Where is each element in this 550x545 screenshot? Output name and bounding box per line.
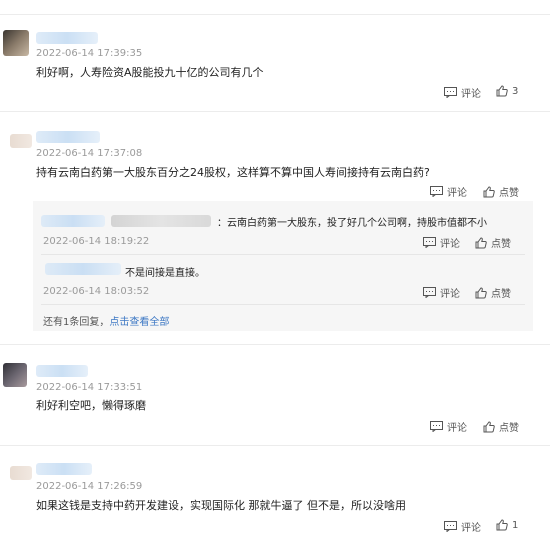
view-all-replies-link[interactable]: 点击查看全部 (109, 317, 169, 328)
avatar[interactable] (3, 363, 27, 387)
top-divider (0, 14, 550, 15)
comment-icon (423, 287, 436, 298)
reply-label: 评论 (461, 89, 481, 100)
more-replies-count: 还有1条回复， (43, 317, 110, 328)
comment-icon (444, 521, 457, 532)
reply-divider (41, 304, 525, 305)
username[interactable] (36, 365, 88, 377)
reply-button[interactable]: 评论 (423, 235, 460, 250)
reply-button[interactable]: 评论 (444, 85, 481, 100)
like-button[interactable]: 1 (496, 519, 518, 531)
like-label: 点赞 (499, 423, 519, 434)
comment-divider (0, 445, 550, 446)
reply-label: 评论 (440, 239, 460, 250)
comment-text: 持有云南白药第一大股东百分之24股权，这样算不算中国人寿间接持有云南白药? (36, 166, 430, 179)
reply-target-username[interactable] (111, 215, 211, 227)
reply-username[interactable] (45, 263, 121, 275)
reply-list: ：云南白药第一大股东，投了好几个公司啊，持股市值都不小 2022-06-14 1… (33, 201, 533, 331)
like-label: 点赞 (491, 239, 511, 250)
thumbs-up-icon (483, 185, 495, 197)
reply-time: 2022-06-14 18:19:22 (43, 236, 150, 247)
comment-divider (0, 111, 550, 112)
comment-divider (0, 344, 550, 345)
reply-label: 评论 (447, 188, 467, 199)
like-count: 1 (512, 519, 519, 531)
like-label: 点赞 (491, 289, 511, 300)
username[interactable] (36, 463, 92, 475)
reply-button[interactable]: 评论 (430, 419, 467, 434)
reply-text: ：云南白药第一大股东，投了好几个公司啊，持股市值都不小 (217, 218, 487, 229)
comment-time: 2022-06-14 17:39:35 (36, 48, 143, 59)
like-button[interactable]: 点赞 (475, 285, 511, 300)
comment-text: 利好利空吧，懒得琢磨 (36, 399, 146, 412)
reply-label: 评论 (447, 423, 467, 434)
like-button[interactable]: 点赞 (483, 419, 519, 434)
reply-username[interactable] (41, 215, 105, 227)
thumbs-up-icon (496, 519, 508, 531)
comment-icon (430, 186, 443, 197)
more-replies: 还有1条回复，点击查看全部 (43, 313, 169, 328)
username[interactable] (36, 131, 100, 143)
comment-time: 2022-06-14 17:33:51 (36, 382, 143, 393)
comment-time: 2022-06-14 17:37:08 (36, 148, 143, 159)
thumbs-up-icon (496, 85, 508, 97)
avatar[interactable] (10, 466, 32, 480)
reply-time: 2022-06-14 18:03:52 (43, 286, 150, 297)
reply-text: 不是间接是直接。 (125, 268, 205, 279)
comment-icon (444, 87, 457, 98)
comment-text: 如果这钱是支持中药开发建设，实现国际化 那就牛逼了 但不是，所以没啥用 (36, 499, 406, 512)
comment-icon (423, 237, 436, 248)
reply-label: 评论 (440, 289, 460, 300)
like-button[interactable]: 点赞 (475, 235, 511, 250)
thumbs-up-icon (475, 236, 487, 248)
reply-button[interactable]: 评论 (423, 285, 460, 300)
reply-button[interactable]: 评论 (444, 519, 481, 534)
like-count: 3 (512, 85, 519, 97)
reply-button[interactable]: 评论 (430, 184, 467, 199)
thumbs-up-icon (483, 420, 495, 432)
comment-text: 利好啊，人寿险资A股能投九十亿的公司有几个 (36, 66, 264, 79)
reply-label: 评论 (461, 523, 481, 534)
reply-divider (41, 254, 525, 255)
like-label: 点赞 (499, 188, 519, 199)
comment-time: 2022-06-14 17:26:59 (36, 481, 143, 492)
thumbs-up-icon (475, 286, 487, 298)
avatar[interactable] (10, 134, 32, 148)
comment-icon (430, 421, 443, 432)
like-button[interactable]: 点赞 (483, 184, 519, 199)
like-button[interactable]: 3 (496, 85, 518, 97)
avatar[interactable] (3, 30, 29, 56)
username[interactable] (36, 32, 98, 44)
